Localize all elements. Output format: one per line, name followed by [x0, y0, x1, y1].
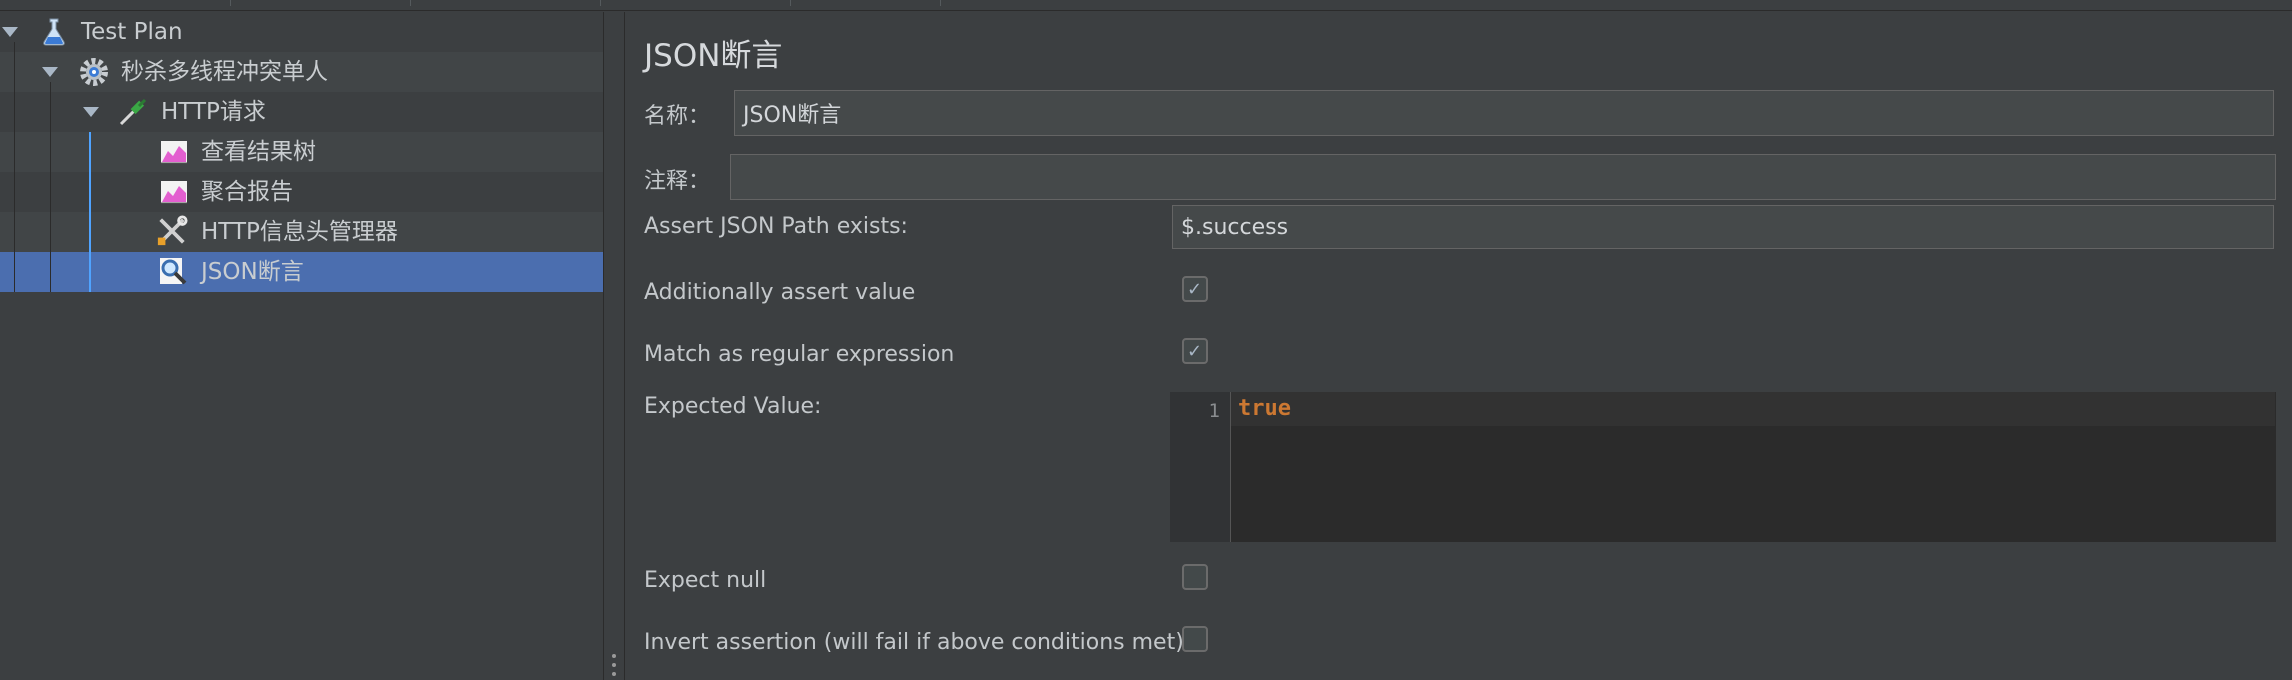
- tree-item-label[interactable]: Test Plan: [81, 12, 183, 52]
- tree-item-label[interactable]: HTTP信息头管理器: [201, 212, 398, 252]
- tree-item-label[interactable]: 秒杀多线程冲突单人: [121, 52, 328, 92]
- splitter-grip: [612, 654, 616, 658]
- regex-label: Match as regular expression: [644, 342, 955, 367]
- tree-item-label[interactable]: 查看结果树: [201, 132, 316, 172]
- expected-value-editor[interactable]: 1 true: [1170, 392, 2276, 542]
- invert-assertion-checkbox[interactable]: [1182, 626, 1208, 652]
- magnifier-icon: [157, 255, 189, 287]
- tree-item-label[interactable]: 聚合报告: [201, 172, 293, 212]
- expect-null-label: Expect null: [644, 568, 767, 593]
- checkmark-icon: ✓: [1187, 279, 1203, 300]
- json-assertion-form: JSON断言 名称： JSON断言 注释： Assert JSON Path e…: [624, 12, 2292, 680]
- flask-icon: [38, 16, 70, 48]
- pipette-icon: [117, 96, 149, 128]
- top-toolbar-strip: [0, 0, 2292, 11]
- splitter-grip: [612, 672, 616, 676]
- name-label: 名称：: [644, 104, 711, 129]
- panel-title: JSON断言: [644, 38, 783, 74]
- expand-triangle-icon[interactable]: [83, 107, 99, 117]
- expected-value-label: Expected Value:: [644, 394, 822, 419]
- json-path-field[interactable]: $.success: [1172, 205, 2274, 249]
- invert-assertion-label: Invert assertion (will fail if above con…: [644, 630, 1184, 655]
- tree-item-label-selected[interactable]: JSON断言: [201, 252, 304, 292]
- assert-value-checkbox[interactable]: ✓: [1182, 276, 1208, 302]
- name-field[interactable]: JSON断言: [734, 90, 2274, 136]
- expand-triangle-icon[interactable]: [2, 27, 18, 37]
- test-plan-tree[interactable]: Test Plan 秒杀多线程冲突单人 HTTP请求 查看结果树 聚合报告 HT…: [0, 12, 603, 680]
- gear-icon: [78, 56, 110, 88]
- json-path-label: Assert JSON Path exists:: [644, 214, 908, 239]
- line-number: 1: [1208, 400, 1220, 422]
- current-line-highlight: [1231, 392, 2275, 426]
- expand-triangle-icon[interactable]: [42, 67, 58, 77]
- comment-field[interactable]: [730, 154, 2276, 200]
- panel-splitter[interactable]: [603, 12, 625, 680]
- assert-value-label: Additionally assert value: [644, 280, 916, 305]
- regex-checkbox[interactable]: ✓: [1182, 338, 1208, 364]
- graph-icon: [158, 136, 190, 168]
- tree-guide-line-active: [89, 132, 91, 292]
- tree-guide-line: [14, 42, 15, 292]
- comment-label: 注释：: [644, 169, 711, 194]
- splitter-grip: [612, 663, 616, 667]
- checkmark-icon: ✓: [1187, 341, 1203, 362]
- graph-icon: [158, 176, 190, 208]
- tree-guide-line: [50, 82, 51, 292]
- editor-code[interactable]: true: [1238, 396, 1291, 422]
- editor-gutter: 1: [1170, 392, 1231, 542]
- tree-item-label[interactable]: HTTP请求: [161, 92, 266, 132]
- expect-null-checkbox[interactable]: [1182, 564, 1208, 590]
- wrench-icon: [156, 215, 188, 247]
